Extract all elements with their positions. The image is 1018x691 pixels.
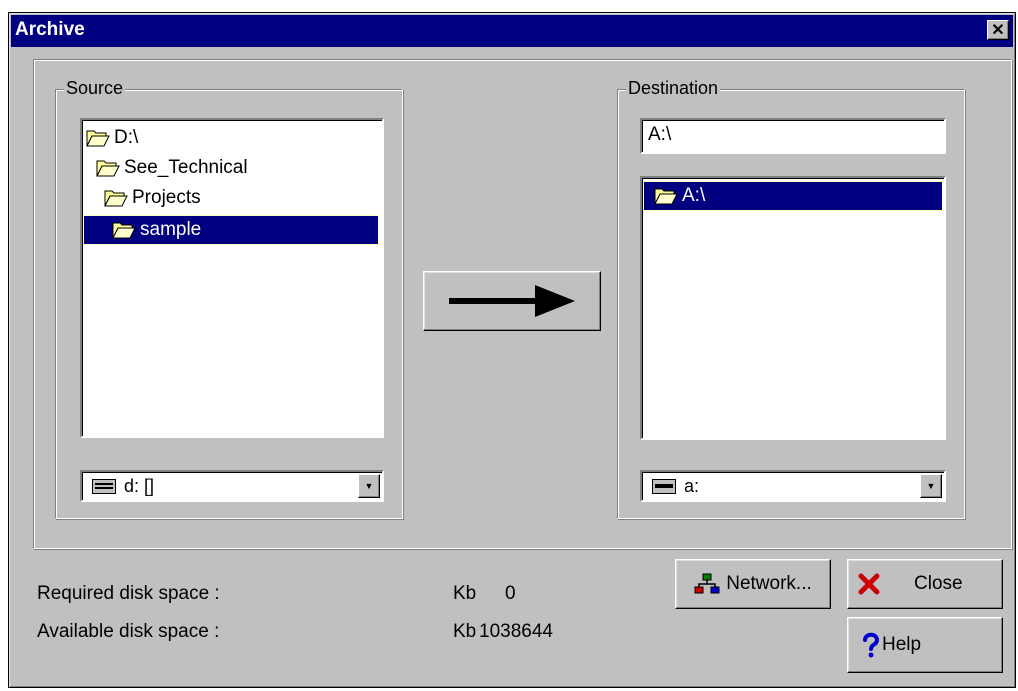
destination-path-input[interactable]: A:\: [640, 118, 946, 154]
network-button[interactable]: Network...: [675, 559, 831, 609]
help-icon: [863, 632, 880, 658]
open-folder-icon: [104, 190, 128, 207]
tree-item-label: D:\: [114, 127, 139, 148]
transfer-button[interactable]: [423, 271, 601, 331]
tree-item-label: Projects: [132, 187, 201, 208]
available-disk-space-value: 1038644: [479, 621, 553, 642]
close-icon: [858, 573, 880, 595]
destination-group: Destination A:\ A:\ a: ▼: [617, 78, 965, 519]
tree-item-sample[interactable]: sample: [83, 215, 379, 245]
chevron-down-icon[interactable]: ▼: [358, 474, 380, 498]
help-button[interactable]: Help: [847, 617, 1003, 673]
required-disk-space-unit: Kb: [453, 583, 477, 604]
tree-item-label: A:\: [682, 185, 706, 206]
archive-dialog: Archive ✕ Source D:\ See_Technical Proje…: [8, 12, 1016, 688]
network-button-label: Network...: [726, 573, 812, 594]
destination-drive-select[interactable]: a: ▼: [640, 470, 946, 502]
required-disk-space-value: 0: [505, 583, 516, 604]
title-bar[interactable]: Archive ✕: [11, 15, 1013, 47]
network-icon: [694, 573, 720, 594]
tree-item-d-root[interactable]: D:\: [86, 124, 138, 152]
source-folder-tree[interactable]: D:\ See_Technical Projects sample: [80, 118, 384, 438]
drive-icon: [92, 479, 116, 494]
tree-item-label: sample: [140, 219, 202, 240]
window-close-button[interactable]: ✕: [987, 20, 1009, 40]
floppy-drive-icon: [652, 479, 676, 494]
tree-item-a-root[interactable]: A:\: [643, 181, 943, 211]
open-folder-icon: [112, 222, 136, 239]
required-disk-space-label: Required disk space :: [37, 583, 220, 604]
destination-drive-value: a:: [684, 476, 700, 496]
source-group: Source D:\ See_Technical Projects sample…: [55, 78, 403, 519]
help-button-label: Help: [882, 634, 922, 655]
close-button[interactable]: Close: [847, 559, 1003, 609]
available-disk-space-label: Available disk space :: [37, 621, 220, 642]
source-drive-select[interactable]: d: [] ▼: [80, 470, 384, 502]
right-arrow-icon: [449, 285, 575, 317]
open-folder-icon: [654, 188, 678, 205]
source-label: Source: [64, 78, 126, 99]
chevron-down-icon[interactable]: ▼: [920, 474, 942, 498]
open-folder-icon: [96, 160, 120, 177]
tree-item-label: See_Technical: [124, 157, 248, 178]
destination-folder-tree[interactable]: A:\: [640, 176, 946, 440]
tree-item-projects[interactable]: Projects: [104, 184, 201, 212]
available-disk-space-unit: Kb: [453, 621, 477, 642]
close-button-label: Close: [914, 573, 963, 594]
destination-label: Destination: [626, 78, 721, 99]
tree-item-see-technical[interactable]: See_Technical: [96, 154, 248, 182]
open-folder-icon: [86, 130, 110, 147]
source-drive-value: d: []: [124, 476, 155, 496]
window-title: Archive: [15, 19, 85, 40]
